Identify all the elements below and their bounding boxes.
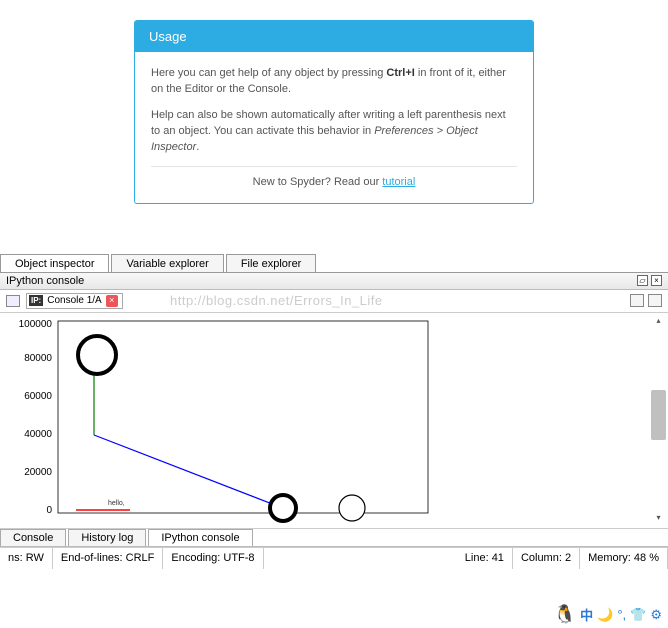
usage-body: Here you can get help of any object by p… xyxy=(135,52,533,203)
console-tab[interactable]: IP: Console 1/A × xyxy=(26,293,123,309)
tab-variable-explorer[interactable]: Variable explorer xyxy=(111,254,223,272)
plot-area: 0 20000 40000 60000 80000 100000 hello, … xyxy=(0,313,668,529)
gear-icon[interactable]: ⚙ xyxy=(650,607,662,623)
status-encoding: Encoding: UTF-8 xyxy=(163,548,263,569)
tab-object-inspector[interactable]: Object inspector xyxy=(0,254,109,272)
usage-p2: Help can also be shown automatically aft… xyxy=(151,108,517,156)
tab-console[interactable]: Console xyxy=(0,529,66,546)
watermark: http://blog.csdn.net/Errors_In_Life xyxy=(170,293,383,308)
svg-text:0: 0 xyxy=(46,505,52,516)
console-tab-label: Console 1/A xyxy=(47,295,101,306)
tab-history-log[interactable]: History log xyxy=(68,529,146,546)
kernel-icon[interactable] xyxy=(6,295,20,307)
svg-text:80000: 80000 xyxy=(24,353,52,364)
scroll-up-icon[interactable]: ▴ xyxy=(651,315,666,328)
usage-p1: Here you can get help of any object by p… xyxy=(151,66,517,98)
pane-title-text: IPython console xyxy=(6,275,84,287)
node-b xyxy=(270,495,296,521)
mascot-icon[interactable]: 🐧 xyxy=(554,604,576,625)
node-c xyxy=(339,495,365,521)
status-eol: End-of-lines: CRLF xyxy=(53,548,164,569)
edge-blue xyxy=(94,435,280,507)
ipython-pane-title: IPython console ▱ × xyxy=(0,273,668,290)
vertical-scrollbar[interactable]: ▴ ▾ xyxy=(651,315,666,525)
y-axis: 0 20000 40000 60000 80000 100000 xyxy=(19,319,53,516)
svg-text:100000: 100000 xyxy=(19,319,53,330)
svg-text:60000: 60000 xyxy=(24,391,52,402)
scroll-down-icon[interactable]: ▾ xyxy=(651,512,666,525)
tab-ipython-console[interactable]: IPython console xyxy=(148,529,252,546)
system-tray: 🐧 中 🌙 °, 👕 ⚙ xyxy=(554,604,662,625)
ipython-badge: IP: xyxy=(29,295,43,306)
svg-text:20000: 20000 xyxy=(24,467,52,478)
console-toolbar: IP: Console 1/A × http://blog.csdn.net/E… xyxy=(0,290,668,313)
undock-icon[interactable]: ▱ xyxy=(637,275,648,286)
close-pane-icon[interactable]: × xyxy=(651,275,662,286)
annotation: hello, xyxy=(108,500,125,507)
usage-panel: Usage Here you can get help of any objec… xyxy=(134,20,534,204)
status-memory: Memory: 48 % xyxy=(580,548,668,569)
usage-footer: New to Spyder? Read our tutorial xyxy=(151,166,517,191)
punct-icon[interactable]: °, xyxy=(617,607,626,622)
status-column: Column: 2 xyxy=(513,548,580,569)
stop-icon[interactable] xyxy=(630,294,644,307)
tab-file-explorer[interactable]: File explorer xyxy=(226,254,317,272)
close-tab-icon[interactable]: × xyxy=(106,295,118,307)
status-line: Line: 41 xyxy=(457,548,513,569)
scroll-thumb[interactable] xyxy=(651,390,666,440)
moon-icon[interactable]: 🌙 xyxy=(597,607,613,623)
usage-header: Usage xyxy=(135,21,533,52)
node-a xyxy=(78,336,116,374)
shirt-icon[interactable]: 👕 xyxy=(630,607,646,623)
console-bottom-tabs: Console History log IPython console xyxy=(0,529,668,547)
inspector-tabs: Object inspector Variable explorer File … xyxy=(0,254,668,273)
options-icon[interactable] xyxy=(648,294,662,307)
status-permissions: ns: RW xyxy=(0,548,53,569)
plot-svg: 0 20000 40000 60000 80000 100000 hello, xyxy=(0,313,640,529)
tutorial-link[interactable]: tutorial xyxy=(382,176,415,188)
status-bar: ns: RW End-of-lines: CRLF Encoding: UTF-… xyxy=(0,547,668,569)
svg-text:40000: 40000 xyxy=(24,429,52,440)
